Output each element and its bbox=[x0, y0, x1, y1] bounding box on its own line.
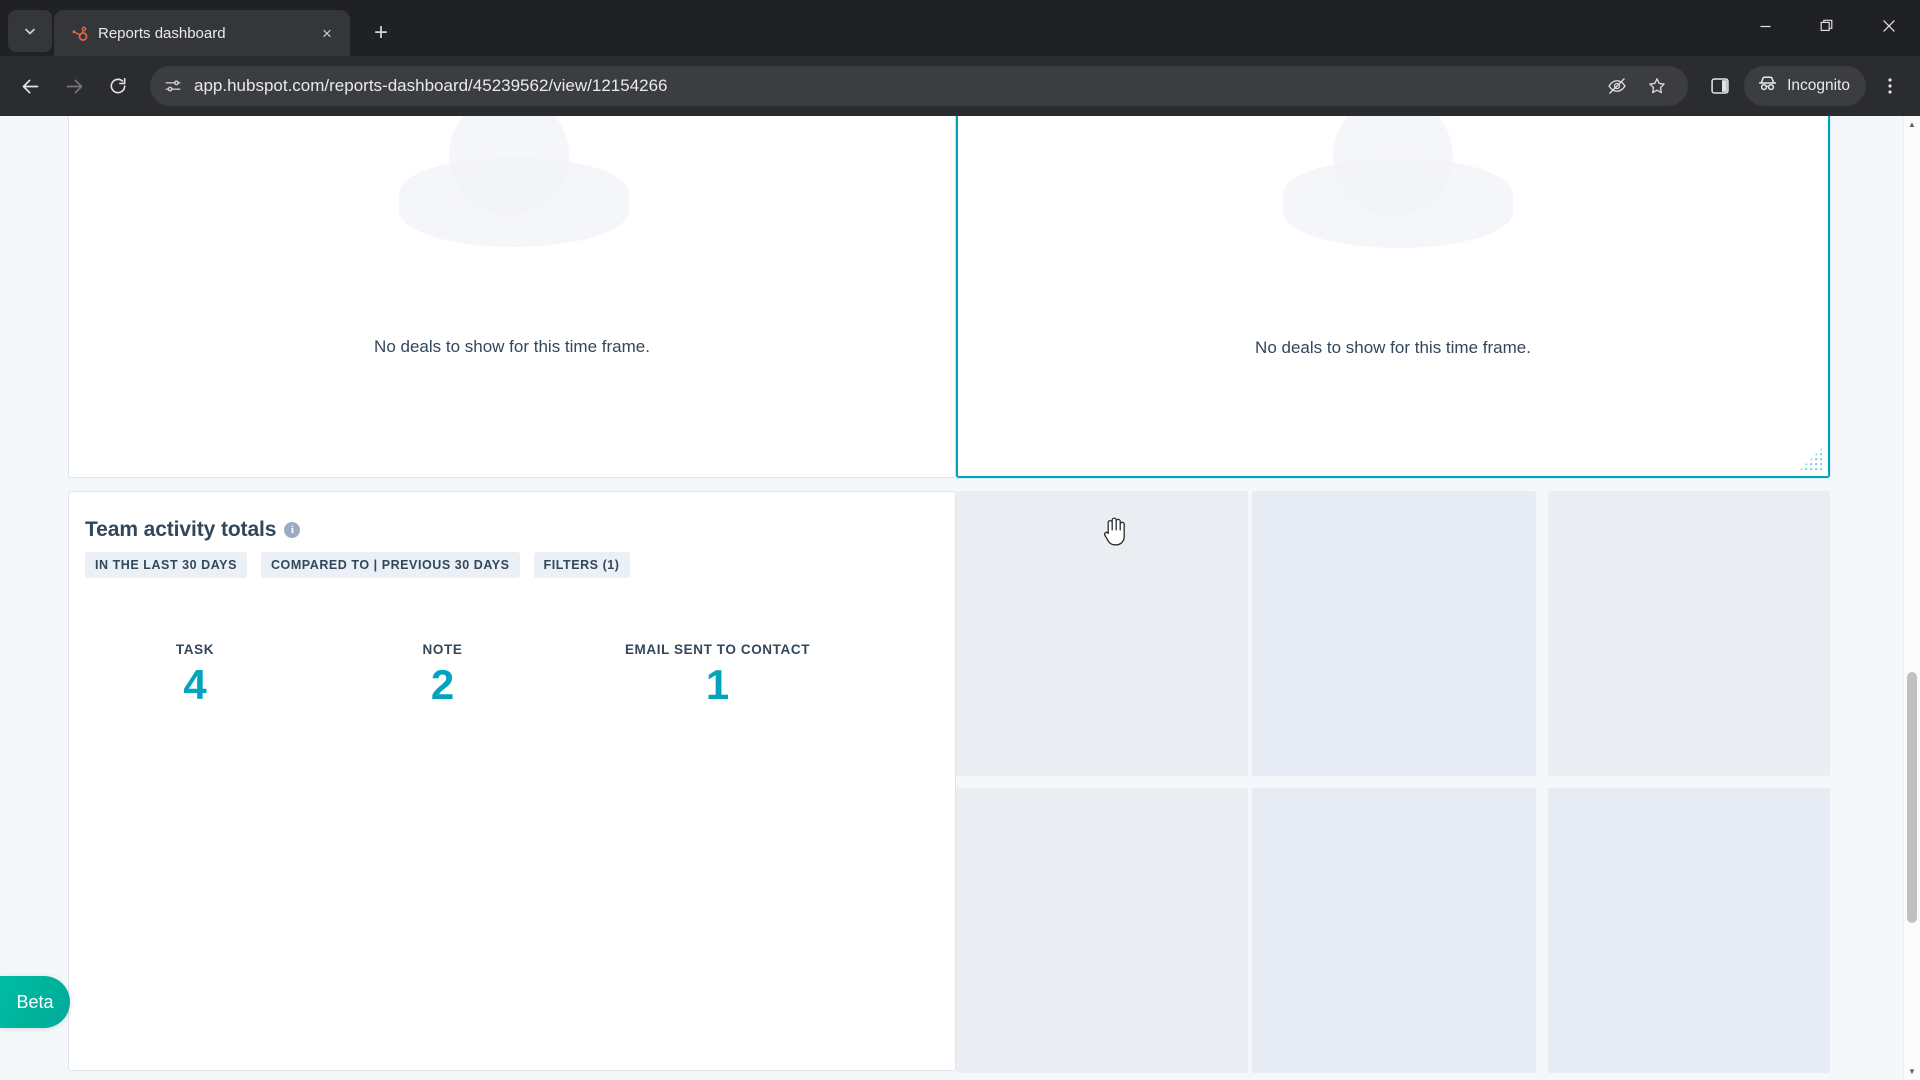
scrollbar-thumb[interactable] bbox=[1907, 672, 1917, 924]
tab-strip: Reports dashboard × + bbox=[0, 0, 1920, 56]
chip-date-range[interactable]: IN THE LAST 30 DAYS bbox=[85, 552, 247, 578]
minimize-button[interactable] bbox=[1734, 0, 1796, 52]
reload-button[interactable] bbox=[98, 66, 138, 106]
decorative-shape bbox=[1283, 158, 1513, 248]
close-window-button[interactable] bbox=[1858, 0, 1920, 52]
metric-value: 4 bbox=[183, 661, 207, 708]
skeleton-card bbox=[956, 491, 1248, 776]
empty-state-message: No deals to show for this time frame. bbox=[1255, 338, 1531, 357]
site-settings-icon[interactable] bbox=[164, 77, 182, 95]
eye-slash-icon[interactable] bbox=[1600, 69, 1634, 103]
team-activity-header: Team activity totals i bbox=[69, 492, 955, 542]
new-tab-button[interactable]: + bbox=[364, 16, 398, 50]
page-viewport: No deals to show for this time frame. No… bbox=[0, 116, 1920, 1080]
beta-label: Beta bbox=[16, 991, 54, 1012]
close-icon[interactable]: × bbox=[314, 20, 340, 46]
browser-window: Reports dashboard × + app.hubspot.com/re… bbox=[0, 0, 1920, 1080]
metric-note: NOTE 2 bbox=[305, 642, 580, 707]
metric-task: TASK 4 bbox=[85, 642, 305, 707]
scroll-down-arrow[interactable]: ▼ bbox=[1904, 1063, 1920, 1080]
browser-toolbar: app.hubspot.com/reports-dashboard/452395… bbox=[0, 56, 1920, 116]
chip-comparison[interactable]: COMPARED TO | PREVIOUS 30 DAYS bbox=[260, 552, 520, 578]
hubspot-favicon bbox=[70, 24, 88, 42]
tab-title: Reports dashboard bbox=[98, 24, 226, 42]
window-controls bbox=[1734, 0, 1920, 52]
chip-filters[interactable]: FILTERS (1) bbox=[533, 552, 630, 578]
skeleton-card bbox=[1252, 491, 1536, 776]
vertical-scrollbar[interactable]: ▲ ▼ bbox=[1903, 116, 1920, 1080]
skeleton-card bbox=[956, 788, 1248, 1073]
beta-badge[interactable]: Beta bbox=[0, 976, 70, 1028]
back-button[interactable] bbox=[10, 66, 50, 106]
scrollbar-track[interactable] bbox=[1904, 133, 1920, 1063]
star-icon[interactable] bbox=[1640, 69, 1674, 103]
metrics-row: TASK 4 NOTE 2 EMAIL SENT TO CONTACT 1 bbox=[85, 642, 939, 707]
decorative-shape bbox=[399, 157, 629, 247]
metric-email-sent-to-contact: EMAIL SENT TO CONTACT 1 bbox=[580, 642, 855, 707]
reports-dashboard: No deals to show for this time frame. No… bbox=[0, 116, 1903, 1080]
skeleton-card bbox=[1548, 491, 1830, 776]
metric-value: 1 bbox=[705, 661, 730, 708]
tab-search-icon[interactable] bbox=[8, 10, 52, 52]
metric-label: EMAIL SENT TO CONTACT bbox=[624, 642, 811, 657]
url-text[interactable]: app.hubspot.com/reports-dashboard/452395… bbox=[194, 76, 1588, 96]
side-panel-icon[interactable] bbox=[1700, 66, 1740, 106]
scroll-up-arrow[interactable]: ▲ bbox=[1904, 116, 1920, 133]
skeleton-card bbox=[1548, 788, 1830, 1073]
maximize-restore-button[interactable] bbox=[1796, 0, 1858, 52]
browser-tab[interactable]: Reports dashboard × bbox=[54, 10, 350, 56]
metric-label: TASK bbox=[175, 642, 215, 657]
metric-value: 2 bbox=[430, 661, 455, 708]
deals-card-left[interactable]: No deals to show for this time frame. bbox=[68, 116, 956, 478]
filter-chip-row: IN THE LAST 30 DAYS COMPARED TO | PREVIO… bbox=[69, 542, 955, 578]
incognito-icon bbox=[1757, 73, 1778, 99]
three-dot-menu-icon[interactable] bbox=[1870, 66, 1910, 106]
resize-handle[interactable] bbox=[1800, 448, 1822, 470]
forward-button[interactable] bbox=[54, 66, 94, 106]
skeleton-card bbox=[1252, 788, 1536, 1073]
incognito-label: Incognito bbox=[1787, 77, 1850, 94]
deals-card-right[interactable]: No deals to show for this time frame. bbox=[956, 116, 1830, 478]
info-icon[interactable]: i bbox=[284, 522, 301, 538]
card-title: Team activity totals bbox=[85, 518, 277, 541]
metric-label: NOTE bbox=[422, 642, 463, 657]
team-activity-card[interactable]: Team activity totals i IN THE LAST 30 DA… bbox=[68, 491, 956, 1071]
address-bar[interactable]: app.hubspot.com/reports-dashboard/452395… bbox=[150, 66, 1689, 106]
incognito-indicator[interactable]: Incognito bbox=[1744, 66, 1866, 106]
empty-state-message: No deals to show for this time frame. bbox=[374, 337, 650, 356]
